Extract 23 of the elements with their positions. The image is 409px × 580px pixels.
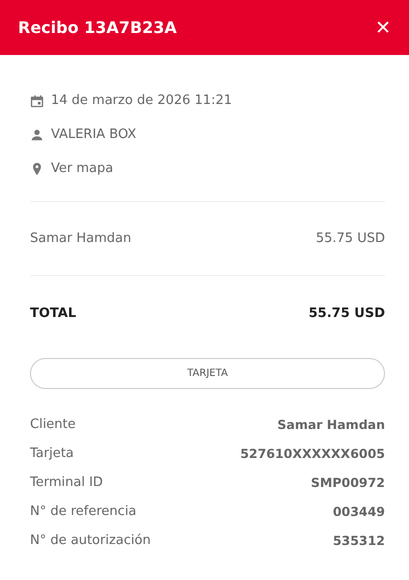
detail-value: SMP00972 — [310, 475, 385, 490]
location-pin-icon — [30, 162, 44, 176]
detail-value: 003449 — [332, 504, 385, 519]
date-text: 14 de marzo de 2026 11:21 — [51, 93, 232, 108]
total-amount: 55.75 USD — [308, 306, 385, 320]
detail-label: N° de autorización — [30, 533, 151, 548]
detail-label: Tarjeta — [30, 446, 74, 461]
item-name: Samar Hamdan — [30, 231, 132, 246]
detail-value: Samar Hamdan — [277, 417, 385, 432]
detail-label: Cliente — [30, 417, 76, 432]
total-label: TOTAL — [30, 306, 76, 320]
detail-value: 527610XXXXXX6005 — [240, 446, 385, 461]
payment-method-button[interactable]: TARJETA — [30, 358, 385, 389]
window-title: Recibo 13A7B23A — [18, 18, 177, 37]
user-name: VALERIA BOX — [51, 127, 136, 142]
calendar-icon — [30, 94, 44, 108]
detail-label: N° de referencia — [30, 504, 136, 519]
map-link[interactable]: Ver mapa — [51, 161, 114, 176]
detail-label: Terminal ID — [30, 475, 103, 490]
detail-value: 535312 — [332, 533, 385, 548]
item-amount: 55.75 USD — [316, 231, 385, 246]
person-icon — [30, 128, 44, 142]
close-button[interactable]: ✕ — [375, 16, 391, 38]
